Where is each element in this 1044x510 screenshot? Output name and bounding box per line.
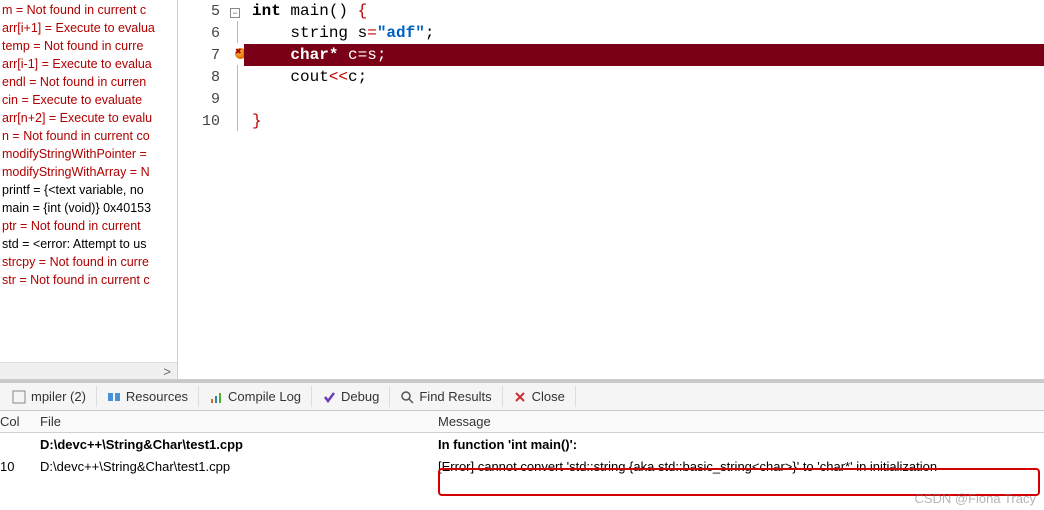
watch-sidebar: m = Not found in current carr[i+1] = Exe… bbox=[0, 0, 178, 379]
msg-col bbox=[0, 433, 40, 455]
tab-label: Resources bbox=[126, 389, 188, 404]
watch-item[interactable]: modifyStringWithPointer = bbox=[0, 145, 177, 163]
watch-item[interactable]: n = Not found in current co bbox=[0, 127, 177, 145]
tab-compiler[interactable]: mpiler (2) bbox=[2, 386, 97, 407]
find-icon bbox=[400, 390, 414, 404]
watch-item[interactable]: printf = {<text variable, no bbox=[0, 181, 177, 199]
line-number: 8 bbox=[178, 69, 226, 86]
gutter-marker bbox=[226, 109, 244, 134]
watch-item[interactable]: strcpy = Not found in curre bbox=[0, 253, 177, 271]
resources-icon bbox=[107, 390, 121, 404]
tab-label: Debug bbox=[341, 389, 379, 404]
watch-item[interactable]: ptr = Not found in current bbox=[0, 217, 177, 235]
sidebar-scrollbar[interactable]: > bbox=[0, 362, 177, 379]
tab-find[interactable]: Find Results bbox=[390, 386, 502, 407]
close-icon bbox=[513, 390, 527, 404]
code-line[interactable] bbox=[244, 88, 1044, 110]
tab-close[interactable]: Close bbox=[503, 386, 576, 407]
watch-item[interactable]: modifyStringWithArray = N bbox=[0, 163, 177, 181]
debug-icon bbox=[322, 390, 336, 404]
fold-icon[interactable]: − bbox=[226, 4, 244, 19]
watch-item[interactable]: endl = Not found in curren bbox=[0, 73, 177, 91]
col-header-message: Message bbox=[438, 411, 1044, 432]
compilelog-icon bbox=[209, 390, 223, 404]
tab-debug[interactable]: Debug bbox=[312, 386, 390, 407]
col-header-file: File bbox=[40, 411, 438, 432]
code-line[interactable]: int main() { bbox=[244, 0, 1044, 22]
line-number: 7 bbox=[178, 47, 226, 64]
compiler-message-row[interactable]: D:\devc++\String&Char\test1.cppIn functi… bbox=[0, 433, 1044, 455]
watch-item[interactable]: str = Not found in current c bbox=[0, 271, 177, 289]
watch-item[interactable]: cin = Execute to evaluate bbox=[0, 91, 177, 109]
message-table-header: Col File Message bbox=[0, 411, 1044, 433]
code-line[interactable]: string s="adf"; bbox=[244, 22, 1044, 44]
tab-label: Compile Log bbox=[228, 389, 301, 404]
tab-compilelog[interactable]: Compile Log bbox=[199, 386, 312, 407]
output-tabs: mpiler (2) Resources Compile Log Debug Find … bbox=[0, 383, 1044, 411]
msg-col: 10 bbox=[0, 455, 40, 477]
code-line[interactable]: cout<<c; bbox=[244, 66, 1044, 88]
compiler-message-row[interactable]: 10D:\devc++\String&Char\test1.cpp[Error]… bbox=[0, 455, 1044, 477]
msg-text: [Error] cannot convert 'std::string {aka… bbox=[438, 455, 1044, 477]
watch-item[interactable]: m = Not found in current c bbox=[0, 1, 177, 19]
breakpoint-icon[interactable] bbox=[226, 48, 244, 63]
compiler-icon bbox=[12, 390, 26, 404]
line-number: 9 bbox=[178, 91, 226, 108]
code-line[interactable]: char* c=s; bbox=[244, 44, 1044, 66]
watermark-text: CSDN @Fiona Tracy bbox=[914, 491, 1036, 506]
scroll-right-icon[interactable]: > bbox=[163, 364, 171, 379]
line-number: 10 bbox=[178, 113, 226, 130]
line-number: 5 bbox=[178, 3, 226, 20]
tab-resources[interactable]: Resources bbox=[97, 386, 199, 407]
code-editor[interactable]: 5−6 7 8 9 10 int main() { string s="adf"; ch… bbox=[178, 0, 1044, 379]
code-line[interactable]: } bbox=[244, 110, 1044, 132]
tab-label: mpiler (2) bbox=[31, 389, 86, 404]
gutter-marker bbox=[226, 21, 244, 46]
msg-file: D:\devc++\String&Char\test1.cpp bbox=[40, 433, 438, 455]
tab-label: Find Results bbox=[419, 389, 491, 404]
tab-label: Close bbox=[532, 389, 565, 404]
watch-item[interactable]: main = {int (void)} 0x40153 bbox=[0, 199, 177, 217]
compiler-output-panel: mpiler (2) Resources Compile Log Debug Find … bbox=[0, 380, 1044, 477]
watch-item[interactable]: arr[i+1] = Execute to evalua bbox=[0, 19, 177, 37]
watch-item[interactable]: arr[n+2] = Execute to evalu bbox=[0, 109, 177, 127]
line-number: 6 bbox=[178, 25, 226, 42]
msg-file: D:\devc++\String&Char\test1.cpp bbox=[40, 455, 438, 477]
col-header-col: Col bbox=[0, 411, 40, 432]
watch-item[interactable]: std = <error: Attempt to us bbox=[0, 235, 177, 253]
watch-item[interactable]: temp = Not found in curre bbox=[0, 37, 177, 55]
watch-item[interactable]: arr[i-1] = Execute to evalua bbox=[0, 55, 177, 73]
msg-text: In function 'int main()': bbox=[438, 433, 1044, 455]
